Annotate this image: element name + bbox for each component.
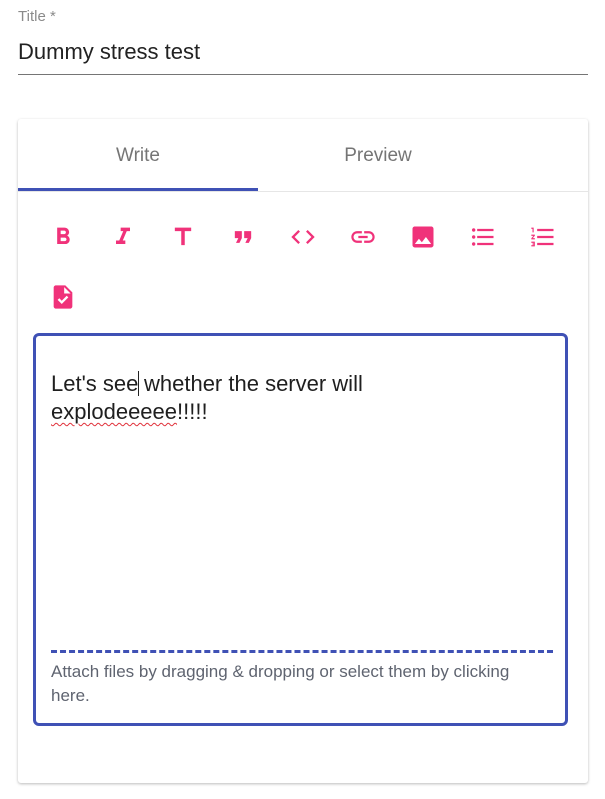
numbered-list-button[interactable] (523, 217, 563, 257)
title-label: Title * (18, 8, 56, 25)
active-tab-indicator (18, 188, 258, 191)
editor-text-end: !!!!! (177, 399, 208, 424)
editor-tabs: Write Preview (18, 119, 588, 192)
bold-button[interactable] (43, 217, 83, 257)
italic-button[interactable] (103, 217, 143, 257)
markdown-editor: Write Preview Let's see whether the serv… (18, 119, 588, 783)
code-icon (291, 230, 315, 244)
tab-preview[interactable]: Preview (258, 119, 498, 191)
editor-text-before-caret: Let's see (51, 371, 139, 396)
title-field[interactable]: Title * (18, 8, 588, 75)
link-button[interactable] (343, 217, 383, 257)
quote-button[interactable] (223, 217, 263, 257)
task-list-icon (53, 285, 73, 309)
title-input[interactable] (18, 38, 588, 66)
numbered-list-icon (531, 227, 554, 247)
heading-icon (174, 227, 192, 246)
code-button[interactable] (283, 217, 323, 257)
attach-divider (51, 650, 553, 653)
misspelled-word[interactable]: explodeeeee (51, 399, 177, 424)
link-icon (351, 231, 375, 243)
formatting-toolbar (18, 217, 588, 257)
attach-files-hint[interactable]: Attach files by dragging & dropping or s… (51, 660, 531, 708)
heading-button[interactable] (163, 217, 203, 257)
italic-icon (116, 227, 130, 244)
formatting-toolbar-row-2 (18, 277, 588, 317)
image-button[interactable] (403, 217, 443, 257)
quote-icon (234, 231, 252, 243)
bold-icon (57, 227, 70, 244)
editor-text-after-caret: whether the server will (137, 371, 363, 396)
image-icon (412, 226, 434, 248)
bulleted-list-icon (471, 228, 494, 246)
task-list-button[interactable] (43, 277, 83, 317)
tab-write[interactable]: Write (18, 119, 258, 191)
editor-content[interactable]: Let's see whether the server will explode… (51, 370, 551, 426)
bulleted-list-button[interactable] (463, 217, 503, 257)
markdown-textarea[interactable]: Let's see whether the server will explode… (33, 333, 568, 726)
